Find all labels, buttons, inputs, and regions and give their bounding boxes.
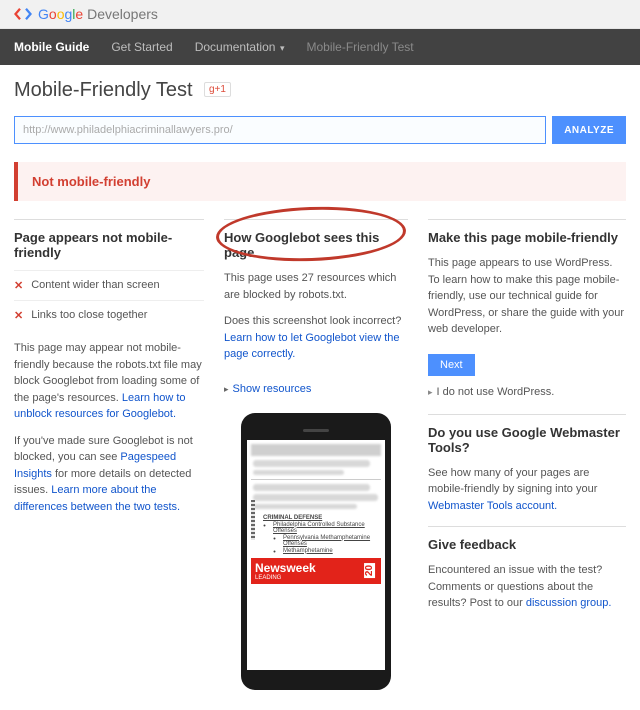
- screenshot-incorrect-note: Does this screenshot look incorrect? Lea…: [224, 313, 408, 363]
- pagespeed-note: If you've made sure Googlebot is not blo…: [14, 433, 204, 516]
- url-input[interactable]: [14, 116, 546, 144]
- webmaster-heading: Do you use Google Webmaster Tools?: [428, 414, 626, 455]
- phone-screen: CRIMINAL DEFENSE Philadelphia Controlled…: [247, 440, 385, 670]
- actions-column: Make this page mobile-friendly This page…: [428, 219, 626, 690]
- issue-item: ✕ Content wider than screen: [14, 270, 204, 300]
- issue-label: Content wider than screen: [31, 279, 159, 292]
- preview-column: How Googlebot sees this page This page u…: [224, 219, 408, 690]
- analyze-form: ANALYZE: [14, 116, 626, 144]
- nav-documentation[interactable]: Documentation ▾: [195, 40, 285, 54]
- phone-speaker: [303, 429, 329, 432]
- top-header: Google Developers: [0, 0, 640, 29]
- blocked-resources-msg: This page uses 27 resources which are bl…: [224, 270, 408, 303]
- issues-heading: Page appears not mobile-friendly: [14, 219, 204, 260]
- feedback-heading: Give feedback: [428, 526, 626, 552]
- view-correctly-link[interactable]: Learn how to let Googlebot view the page…: [224, 332, 400, 361]
- caret-right-icon: ▸: [428, 387, 433, 397]
- feedback-note: Encountered an issue with the test? Comm…: [428, 562, 626, 612]
- logo[interactable]: Google Developers: [14, 6, 158, 22]
- nav-mobile-friendly-test[interactable]: Mobile-Friendly Test: [306, 40, 413, 54]
- robots-note: This page may appear not mobile-friendly…: [14, 340, 204, 423]
- issues-column: Page appears not mobile-friendly ✕ Conte…: [14, 219, 204, 690]
- x-icon: ✕: [14, 309, 23, 322]
- newsweek-badge: NewsweekLEADING 20: [251, 558, 381, 584]
- not-wordpress-toggle[interactable]: ▸I do not use WordPress.: [428, 386, 626, 398]
- phone-preview: CRIMINAL DEFENSE Philadelphia Controlled…: [241, 413, 391, 690]
- logo-text: Google Developers: [38, 6, 158, 22]
- google-plus-button[interactable]: g+1: [204, 82, 231, 97]
- analyze-button[interactable]: ANALYZE: [552, 116, 626, 144]
- make-friendly-heading: Make this page mobile-friendly: [428, 219, 626, 245]
- issue-item: ✕ Links too close together: [14, 300, 204, 330]
- show-resources-toggle[interactable]: ▸Show resources: [224, 383, 311, 395]
- preview-heading: How Googlebot sees this page: [224, 219, 408, 260]
- primary-nav: Mobile Guide Get Started Documentation ▾…: [0, 29, 640, 65]
- wordpress-note: This page appears to use WordPress. To l…: [428, 255, 626, 338]
- status-banner: Not mobile-friendly: [14, 162, 626, 201]
- chevron-down-icon: ▾: [277, 43, 284, 53]
- next-button[interactable]: Next: [428, 354, 475, 376]
- x-icon: ✕: [14, 279, 23, 292]
- nav-get-started[interactable]: Get Started: [111, 40, 172, 54]
- nav-mobile-guide[interactable]: Mobile Guide: [14, 40, 89, 54]
- discussion-link[interactable]: discussion group.: [526, 597, 612, 609]
- webmaster-note: See how many of your pages are mobile-fr…: [428, 465, 626, 515]
- issue-label: Links too close together: [31, 309, 147, 322]
- logo-icon: [14, 7, 32, 21]
- webmaster-link[interactable]: Webmaster Tools account.: [428, 500, 557, 512]
- page-title: Mobile-Friendly Test: [14, 79, 193, 102]
- caret-right-icon: ▸: [224, 384, 229, 394]
